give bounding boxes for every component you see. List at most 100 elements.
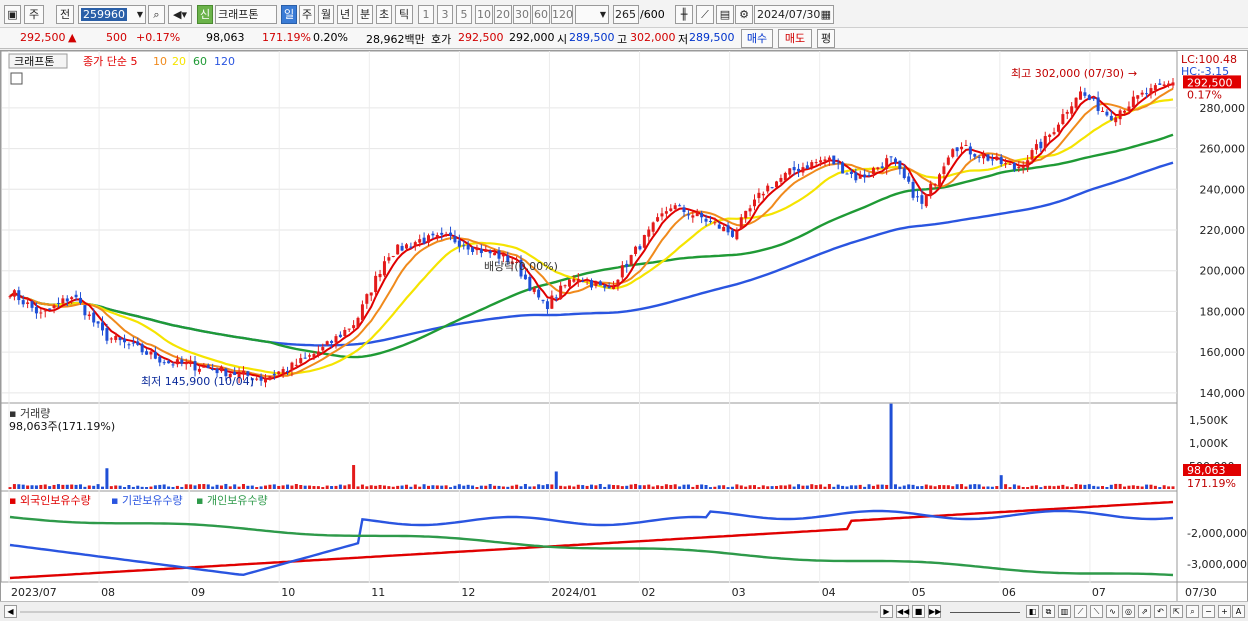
code-input[interactable]: 259960 ▼ xyxy=(78,5,146,24)
tab-minute[interactable]: 분 xyxy=(357,5,373,24)
candle-body xyxy=(378,273,382,278)
candle-body xyxy=(471,247,475,252)
volume-bar xyxy=(219,485,223,489)
volume-bar xyxy=(475,487,479,489)
volume-bar xyxy=(1131,485,1135,489)
candle-body xyxy=(775,181,779,188)
chart-area[interactable]: 280,000 260,000 240,000 220,000 200,000 180,0… xyxy=(0,50,1248,602)
step-5[interactable]: 5 xyxy=(456,5,472,24)
tab-month[interactable]: 월 xyxy=(318,5,334,24)
candle-body xyxy=(545,301,549,310)
date-input[interactable]: 2024/07/30 ▦ xyxy=(754,5,834,24)
volume-bar xyxy=(854,485,858,489)
candle-body xyxy=(920,195,924,204)
export-icon[interactable]: ⇱ xyxy=(1170,605,1183,618)
speaker-icon[interactable]: ◀▾ xyxy=(168,5,192,24)
step-10[interactable]: 10 xyxy=(475,5,493,24)
rewind-icon[interactable]: ◀◀ xyxy=(896,605,909,618)
bottom-scroll-bar[interactable]: ◀ ▶ ◀◀ ■ ▶▶ ◧ ⧉ ▥ ⟋ ⟍ ∿ ◎ ⇗ ↶ ⇱ ⌕ − + A xyxy=(0,601,1248,621)
scrollbar-track[interactable] xyxy=(20,611,878,613)
tab-second[interactable]: 초 xyxy=(376,5,392,24)
zoom-icon[interactable]: ⌕ xyxy=(1186,605,1199,618)
volume-bar xyxy=(114,485,118,489)
scroll-left-icon[interactable]: ◀ xyxy=(4,605,17,618)
candle-body xyxy=(717,224,721,229)
zoom-slider[interactable] xyxy=(950,612,1020,613)
gear-icon[interactable]: ⚙ xyxy=(735,5,753,24)
undo-icon[interactable]: ↶ xyxy=(1154,605,1167,618)
search-icon[interactable]: ⌕ xyxy=(148,5,165,24)
window-icon[interactable]: ▣ xyxy=(4,5,21,24)
candle-body xyxy=(836,162,840,164)
volume-bar xyxy=(1065,486,1069,489)
stock-chart[interactable]: 280,000 260,000 240,000 220,000 200,000 180,0… xyxy=(1,51,1247,601)
candle-body xyxy=(1061,114,1065,124)
copy-icon[interactable]: ⧉ xyxy=(1042,605,1055,618)
tab-year[interactable]: 년 xyxy=(337,5,353,24)
candle-body xyxy=(431,233,435,236)
candle-body xyxy=(294,364,298,366)
volume-bar xyxy=(554,471,558,489)
candle-body xyxy=(123,338,127,343)
count-input[interactable]: 265 xyxy=(613,5,639,24)
candle-body xyxy=(396,244,400,255)
volume-bar xyxy=(845,486,849,489)
volume-bar xyxy=(1167,486,1171,489)
period-select[interactable]: 주 xyxy=(24,5,44,24)
prev-button[interactable]: 전 xyxy=(56,5,74,24)
volume-bar xyxy=(907,484,911,489)
draw-line-icon[interactable]: ⟋ xyxy=(1074,605,1087,618)
candle-icon[interactable]: ╫ xyxy=(675,5,693,24)
step-3[interactable]: 3 xyxy=(437,5,453,24)
draw-tool-icon[interactable]: ⟋ xyxy=(696,5,714,24)
step-20[interactable]: 20 xyxy=(494,5,512,24)
volume-bar xyxy=(1061,484,1065,489)
month-tick-label: 2023/07 xyxy=(11,586,57,599)
step-30[interactable]: 30 xyxy=(513,5,531,24)
ma120-line xyxy=(9,161,1174,347)
volume-bar xyxy=(567,485,571,489)
tab-week[interactable]: 주 xyxy=(299,5,315,24)
layout-icon[interactable]: ▥ xyxy=(1058,605,1071,618)
volume-bar xyxy=(136,485,140,489)
volume-bar xyxy=(938,485,942,489)
cycle-icon[interactable]: ◎ xyxy=(1122,605,1135,618)
eval-button[interactable]: 평 xyxy=(817,29,835,48)
buy-button[interactable]: 매수 xyxy=(741,29,773,48)
forward-icon[interactable]: ▶▶ xyxy=(928,605,941,618)
candle-body xyxy=(691,215,695,218)
volume-bar xyxy=(427,485,431,489)
sell-button[interactable]: 매도 xyxy=(778,29,812,48)
save-icon[interactable]: ▤ xyxy=(716,5,734,24)
step-1[interactable]: 1 xyxy=(418,5,434,24)
chevron-down-icon[interactable]: ▼ xyxy=(137,6,143,23)
count-max: /600 xyxy=(640,8,665,21)
month-tick-label: 09 xyxy=(191,586,205,599)
play-icon[interactable]: ▶ xyxy=(880,605,893,618)
pattern-icon[interactable]: ∿ xyxy=(1106,605,1119,618)
trend-icon[interactable]: ⇗ xyxy=(1138,605,1151,618)
volume-bar xyxy=(893,484,897,489)
step-120[interactable]: 120 xyxy=(551,5,573,24)
candle-body xyxy=(964,145,968,147)
stop-icon[interactable]: ■ xyxy=(912,605,925,618)
plus-icon[interactable]: + xyxy=(1218,605,1231,618)
font-size-icon[interactable]: A xyxy=(1232,605,1245,618)
custom-step-select[interactable]: ▼ xyxy=(575,5,609,24)
volume-bar xyxy=(96,484,100,489)
tab-day[interactable]: 일 xyxy=(281,5,297,24)
candle-body xyxy=(1017,166,1021,169)
volume-bar xyxy=(951,486,955,489)
fibo-icon[interactable]: ⟍ xyxy=(1090,605,1103,618)
price-tick-label: 160,000 xyxy=(1200,346,1246,359)
volume-bar xyxy=(805,485,809,489)
step-60[interactable]: 60 xyxy=(532,5,550,24)
candle-body xyxy=(1114,117,1118,123)
minus-icon[interactable]: − xyxy=(1202,605,1215,618)
tab-tick[interactable]: 틱 xyxy=(395,5,413,24)
calendar-icon[interactable]: ▦ xyxy=(821,6,831,23)
volume-bar xyxy=(642,485,646,489)
volume-bar xyxy=(603,486,607,489)
grid-icon xyxy=(10,72,23,85)
compare-icon[interactable]: ◧ xyxy=(1026,605,1039,618)
